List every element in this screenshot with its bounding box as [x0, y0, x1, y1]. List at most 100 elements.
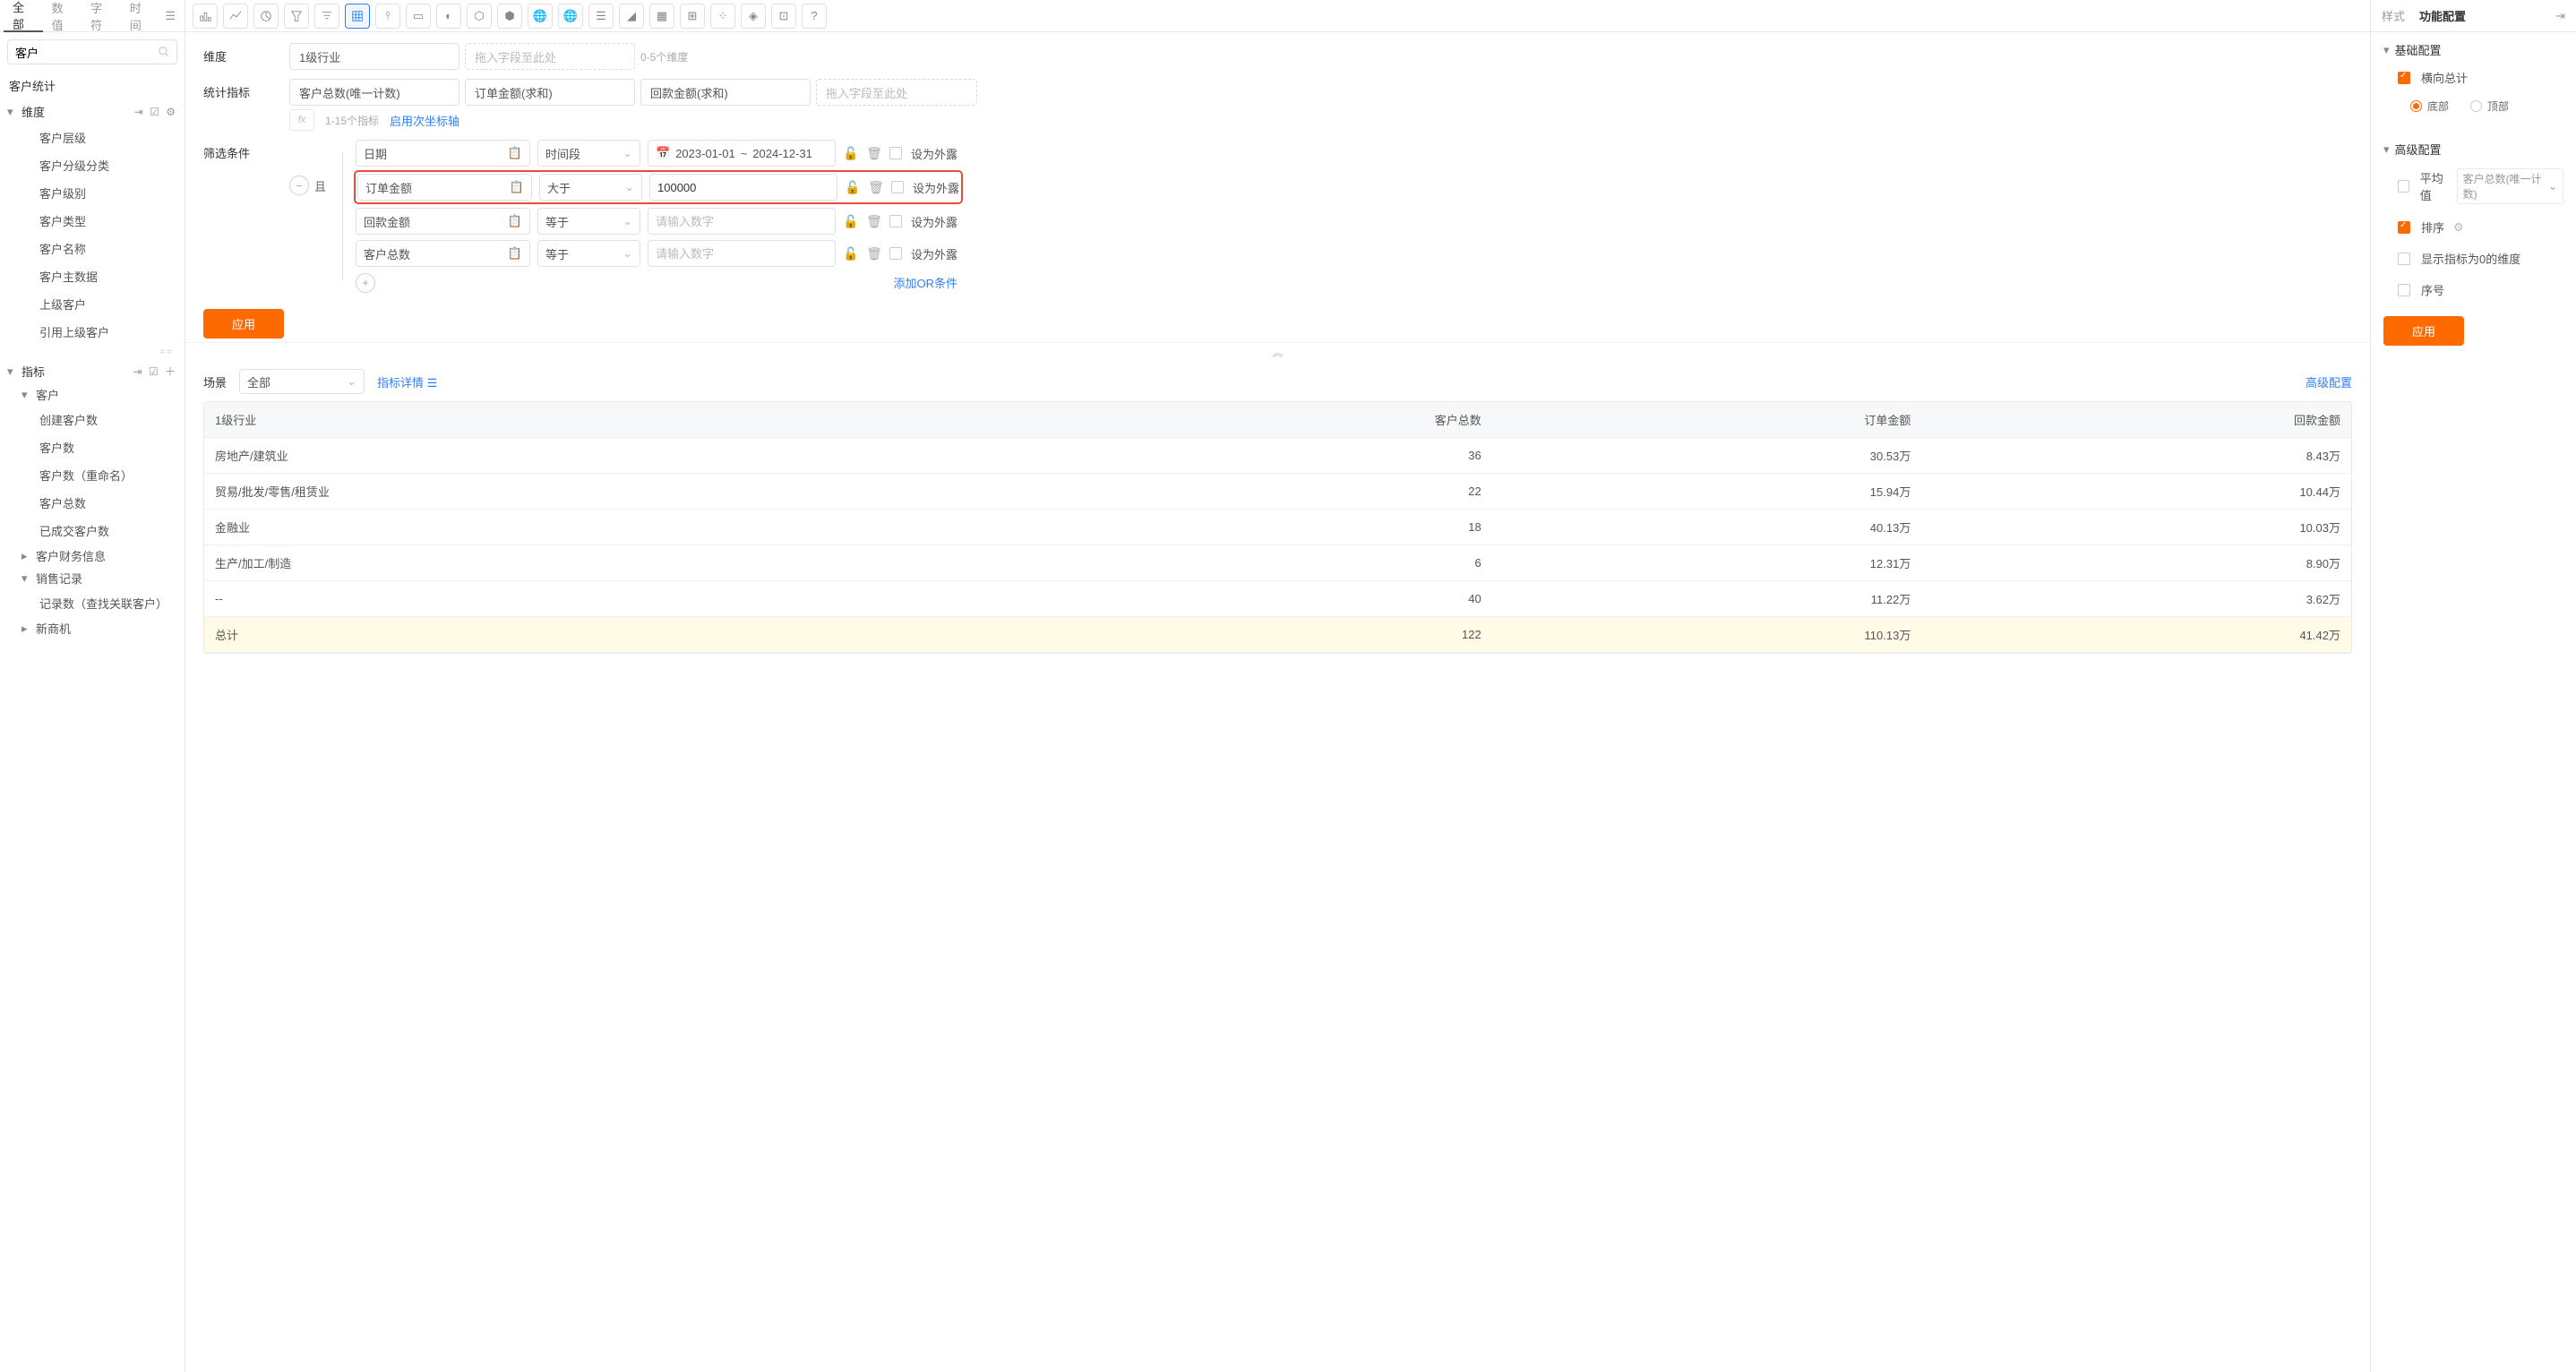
- delete-icon[interactable]: 🗑: [866, 214, 882, 229]
- metric-dropzone[interactable]: 拖入字段至此处: [816, 79, 977, 106]
- metric-item[interactable]: 创建客户数: [0, 406, 185, 433]
- apply-button풀button[interactable]: 应用: [203, 309, 284, 339]
- metric-item[interactable]: 客户数: [0, 433, 185, 461]
- tab-more-icon[interactable]: ☰: [159, 9, 181, 23]
- average-checkbox[interactable]: [2398, 180, 2409, 193]
- add-condition-button[interactable]: +: [356, 273, 375, 293]
- tab-style[interactable]: 样式: [2382, 0, 2405, 32]
- table-row[interactable]: 金融业1840.13万10.03万: [204, 510, 2351, 545]
- table-row[interactable]: 生产/加工/制造612.31万8.90万: [204, 545, 2351, 581]
- lock-icon[interactable]: 🔓: [845, 180, 861, 195]
- metric-tool-check-icon[interactable]: ☑: [149, 365, 160, 378]
- average-option[interactable]: 平均值 客户总数(唯一计数)⌄: [2383, 165, 2563, 208]
- metric-item[interactable]: 记录数（查找关联客户）: [0, 589, 185, 617]
- tab-time[interactable]: 时间: [121, 0, 160, 32]
- metric-group-sales[interactable]: ▾销售记录: [0, 567, 185, 589]
- delete-icon[interactable]: 🗑: [868, 180, 884, 195]
- chart-grid-icon[interactable]: ⊡: [771, 4, 796, 29]
- resize-handle[interactable]: ==: [0, 346, 185, 359]
- collapse-config-button[interactable]: ︽: [185, 342, 2370, 362]
- expose-checkbox[interactable]: [889, 247, 902, 260]
- dim-item[interactable]: 客户类型: [0, 207, 185, 235]
- dim-item[interactable]: 客户级别: [0, 179, 185, 207]
- serial-checkbox[interactable]: [2398, 284, 2410, 296]
- chart-globe2-icon[interactable]: 🌐: [558, 4, 583, 29]
- dimension-section-header[interactable]: ▾维度 ⇥ ☑ ⚙: [0, 99, 185, 124]
- chart-map-cn2-icon[interactable]: ⬢: [497, 4, 522, 29]
- chart-gauge-icon[interactable]: ◐: [436, 4, 461, 29]
- metric-chip[interactable]: 订单金额(求和): [465, 79, 635, 106]
- col-header[interactable]: 客户总数: [1062, 402, 1492, 438]
- metric-section-header[interactable]: ▾指标 ⇥ ☑ ＋: [0, 359, 185, 383]
- advanced-config-section[interactable]: ▾高级配置: [2383, 141, 2563, 158]
- filter-value-input[interactable]: [649, 174, 837, 201]
- advanced-config-link[interactable]: 高级配置: [2306, 373, 2352, 390]
- dimension-chip[interactable]: 1级行业: [289, 43, 459, 70]
- remove-group-button[interactable]: −: [289, 176, 309, 195]
- metric-group-customer[interactable]: ▾客户: [0, 383, 185, 406]
- filter-field-select[interactable]: 订单金额📋: [357, 174, 532, 201]
- filter-operator-select[interactable]: 等于⌄: [537, 208, 640, 235]
- secondary-axis-link[interactable]: 启用次坐标轴: [390, 112, 459, 129]
- chart-globe-icon[interactable]: 🌐: [528, 4, 553, 29]
- filter-field-select[interactable]: 日期📋: [356, 140, 530, 167]
- chart-radar-icon[interactable]: ◈: [741, 4, 766, 29]
- tab-function-config[interactable]: 功能配置: [2419, 0, 2466, 32]
- sort-checkbox[interactable]: [2398, 221, 2410, 234]
- dim-tool-check-icon[interactable]: ☑: [150, 106, 161, 118]
- metric-chip[interactable]: 客户总数(唯一计数): [289, 79, 459, 106]
- tab-all[interactable]: 全部: [4, 0, 43, 32]
- chart-table-icon[interactable]: [345, 4, 370, 29]
- tab-char[interactable]: 字符: [82, 0, 121, 32]
- serial-option[interactable]: 序号: [2383, 278, 2563, 302]
- dim-tool-gear-icon[interactable]: ⚙: [166, 106, 177, 118]
- chart-scatter-icon[interactable]: ⁘: [710, 4, 735, 29]
- chart-help-icon[interactable]: ?: [802, 4, 827, 29]
- dim-item[interactable]: 上级客户: [0, 290, 185, 318]
- chart-bar-icon[interactable]: [193, 4, 218, 29]
- table-row[interactable]: 房地产/建筑业3630.53万8.43万: [204, 438, 2351, 474]
- delete-icon[interactable]: 🗑: [866, 146, 882, 161]
- collapse-right-icon[interactable]: ⇥: [2555, 9, 2565, 23]
- horizontal-total-checkbox[interactable]: [2398, 72, 2410, 84]
- chart-map-cn-icon[interactable]: ⬡: [467, 4, 492, 29]
- filter-date-range[interactable]: 📅2023-01-01~2024-12-31: [648, 140, 836, 167]
- filter-operator-select[interactable]: 等于⌄: [537, 240, 640, 267]
- col-header[interactable]: 回款金额: [1921, 402, 2351, 438]
- average-metric-select[interactable]: 客户总数(唯一计数)⌄: [2457, 168, 2563, 204]
- sort-option[interactable]: 排序⚙: [2383, 215, 2563, 239]
- metric-group-opportunity[interactable]: ▸新商机: [0, 617, 185, 639]
- indicator-detail-link[interactable]: 指标详情 ☰: [377, 373, 437, 390]
- lock-icon[interactable]: 🔓: [843, 146, 859, 161]
- scene-select[interactable]: 全部⌄: [239, 369, 365, 394]
- show-zero-checkbox[interactable]: [2398, 253, 2410, 265]
- dim-tool-indent-icon[interactable]: ⇥: [134, 106, 145, 118]
- sort-gear-icon[interactable]: ⚙: [2453, 220, 2464, 235]
- lock-icon[interactable]: 🔓: [843, 214, 859, 229]
- delete-icon[interactable]: 🗑: [866, 246, 882, 262]
- basic-config-section[interactable]: ▾基础配置: [2383, 41, 2563, 58]
- chart-barh-icon[interactable]: ☰: [588, 4, 614, 29]
- chart-cross-icon[interactable]: ⊞: [680, 4, 705, 29]
- metric-group-finance[interactable]: ▸客户财务信息: [0, 545, 185, 567]
- filter-value-input[interactable]: [648, 208, 836, 235]
- metric-tool-plus-icon[interactable]: ＋: [165, 365, 177, 378]
- chart-card-icon[interactable]: ▭: [406, 4, 431, 29]
- dimension-dropzone[interactable]: 拖入字段至此处: [465, 43, 635, 70]
- chart-combo-icon[interactable]: ⫯: [375, 4, 400, 29]
- position-bottom-radio[interactable]: 底部: [2410, 99, 2449, 114]
- search-icon[interactable]: [158, 46, 170, 58]
- expose-checkbox[interactable]: [889, 215, 902, 227]
- filter-operator-select[interactable]: 大于⌄: [539, 174, 642, 201]
- filter-value-input[interactable]: [648, 240, 836, 267]
- dim-item[interactable]: 客户名称: [0, 235, 185, 262]
- tab-number[interactable]: 数值: [43, 0, 82, 32]
- dim-item[interactable]: 引用上级客户: [0, 318, 185, 346]
- add-or-link[interactable]: 添加OR条件: [890, 272, 962, 293]
- metric-tool-indent-icon[interactable]: ⇥: [133, 365, 143, 378]
- metric-item[interactable]: 客户总数: [0, 489, 185, 517]
- filter-field-select[interactable]: 回款金额📋: [356, 208, 530, 235]
- chart-pivot-icon[interactable]: ▦: [649, 4, 674, 29]
- chart-line-icon[interactable]: [223, 4, 248, 29]
- expose-checkbox[interactable]: [889, 147, 902, 159]
